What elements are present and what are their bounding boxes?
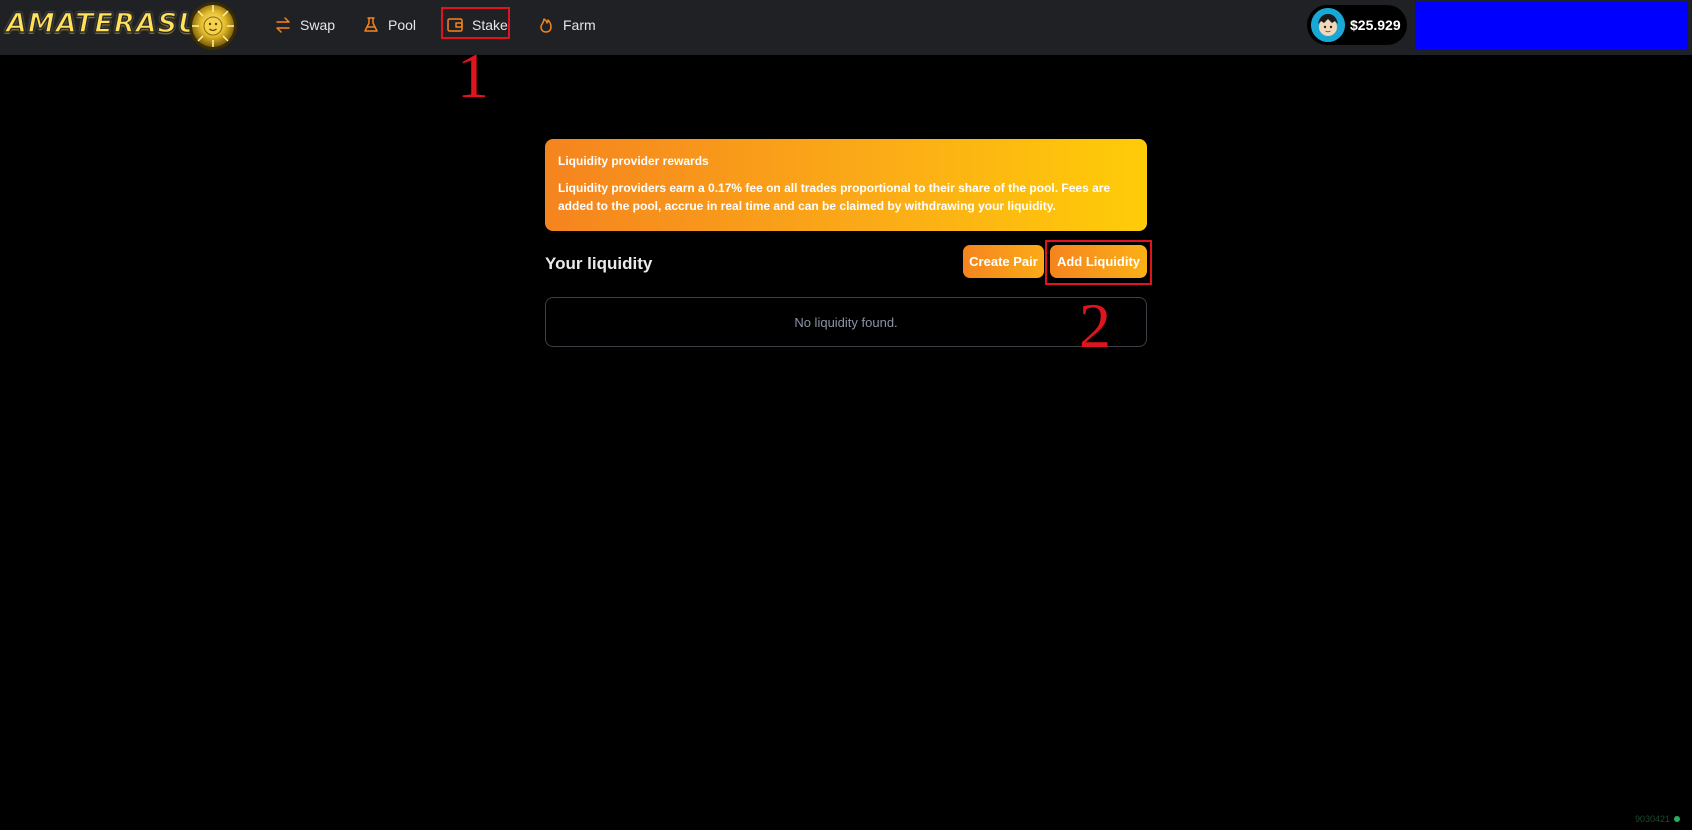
wallet-connect-button[interactable]	[1415, 2, 1688, 50]
swap-arrows-icon	[276, 17, 290, 33]
status-dot-icon	[1674, 816, 1680, 822]
info-card-body: Liquidity providers earn a 0.17% fee on …	[558, 181, 1111, 213]
add-liquidity-button[interactable]: Add Liquidity	[1050, 245, 1147, 278]
balance-pill[interactable]: $25.929	[1307, 5, 1407, 45]
sun-logo-icon	[189, 2, 237, 50]
create-pair-button[interactable]: Create Pair	[963, 245, 1044, 278]
build-id: 9030421	[1634, 814, 1670, 824]
nav-item-pool-label: Pool	[388, 17, 417, 33]
your-liquidity-heading: Your liquidity	[545, 254, 653, 273]
nav-item-swap[interactable]: Swap	[274, 12, 335, 38]
liquidity-list-empty: No liquidity found.	[545, 297, 1147, 347]
nav-item-stake[interactable]: Stake	[446, 12, 508, 38]
build-status: 9030421	[1635, 814, 1680, 824]
avatar-character-icon	[1311, 8, 1345, 42]
flame-icon	[540, 18, 552, 33]
balance-amount: $25.929	[1350, 17, 1401, 33]
nav-item-pool[interactable]: Pool	[362, 12, 416, 38]
nav-item-swap-label: Swap	[300, 17, 336, 33]
flask-icon	[364, 17, 378, 32]
info-card-title: Liquidity provider rewards	[558, 154, 709, 168]
top-navigation-bar: AMATERASU Swap Pool Stake Farm $25.929	[0, 0, 1692, 55]
nav-item-stake-label: Stake	[472, 17, 508, 33]
wallet-icon	[447, 18, 463, 32]
nav-item-farm[interactable]: Farm	[537, 12, 596, 38]
amaterasu-logo[interactable]: AMATERASU	[5, 2, 238, 50]
nav-item-farm-label: Farm	[563, 17, 596, 33]
liquidity-rewards-card: Liquidity provider rewards Liquidity pro…	[545, 139, 1147, 231]
avatar	[1311, 8, 1345, 42]
empty-state-text: No liquidity found.	[794, 314, 898, 330]
logo-text: AMATERASU	[5, 7, 201, 40]
